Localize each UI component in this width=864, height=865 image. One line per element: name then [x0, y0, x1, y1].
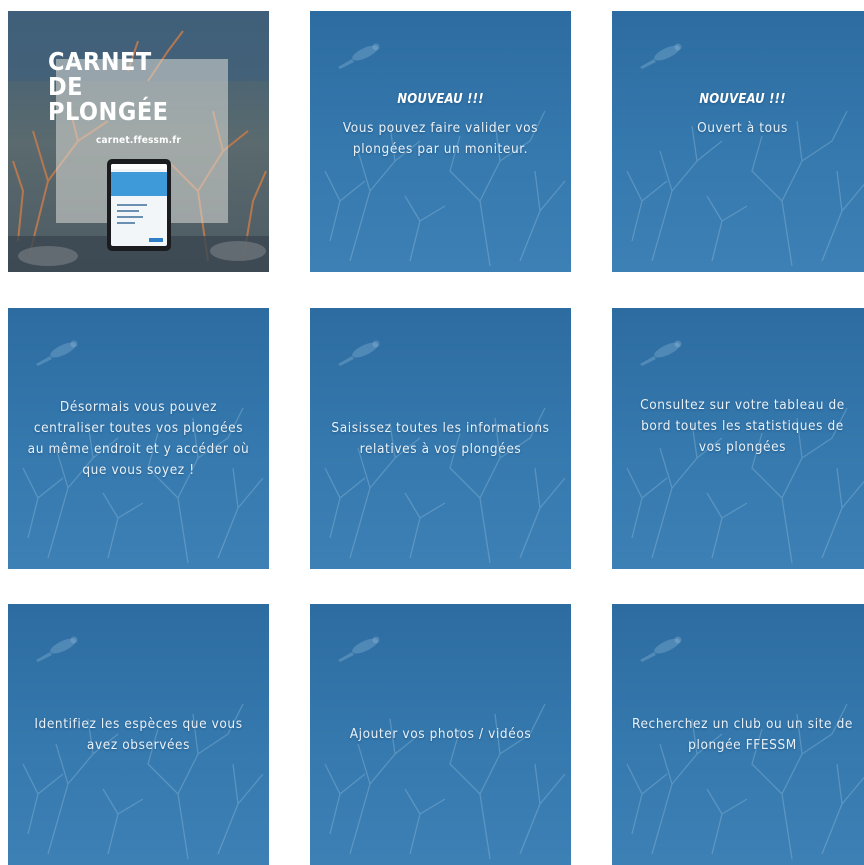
- tile-search-club[interactable]: Recherchez un club ou un site de plongée…: [612, 604, 864, 865]
- cover-title: CARNET DE PLONGÉE: [48, 47, 169, 126]
- tile-species[interactable]: Identifiez les espèces que vous avez obs…: [8, 604, 269, 865]
- new-badge: NOUVEAU !!!: [699, 92, 786, 107]
- tile-text: Ajouter vos photos / vidéos: [349, 726, 532, 742]
- new-badge: NOUVEAU !!!: [397, 92, 484, 107]
- tile-centralize[interactable]: Désormais vous pouvez centraliser toutes…: [8, 308, 269, 569]
- tile-text: Désormais vous pouvez centraliser toutes…: [27, 398, 250, 478]
- tile-enter-info[interactable]: Saisissez toutes les informations relati…: [310, 308, 571, 569]
- tile-text: Ouvert à tous: [697, 120, 788, 136]
- tile-text: Identifiez les espèces que vous avez obs…: [34, 715, 243, 753]
- tile-text: Saisissez toutes les informations relati…: [331, 419, 550, 457]
- tile-text: Recherchez un club ou un site de plongée…: [632, 715, 853, 753]
- tile-open-to-all[interactable]: NOUVEAU !!! Ouvert à tous: [612, 11, 864, 272]
- tile-validation[interactable]: NOUVEAU !!! Vous pouvez faire valider vo…: [310, 11, 571, 272]
- cover-url: carnet.ffessm.fr: [96, 135, 182, 146]
- tile-photos-videos[interactable]: Ajouter vos photos / vidéos: [310, 604, 571, 865]
- tile-text: Consultez sur votre tableau de bord tout…: [640, 397, 845, 455]
- cover-tile[interactable]: CARNET DE PLONGÉE carnet.ffessm.fr: [8, 11, 269, 272]
- tile-text: Vous pouvez faire valider vos plongées p…: [342, 120, 539, 157]
- tablet-mockup: [107, 159, 171, 251]
- tile-dashboard-stats[interactable]: Consultez sur votre tableau de bord tout…: [612, 308, 864, 569]
